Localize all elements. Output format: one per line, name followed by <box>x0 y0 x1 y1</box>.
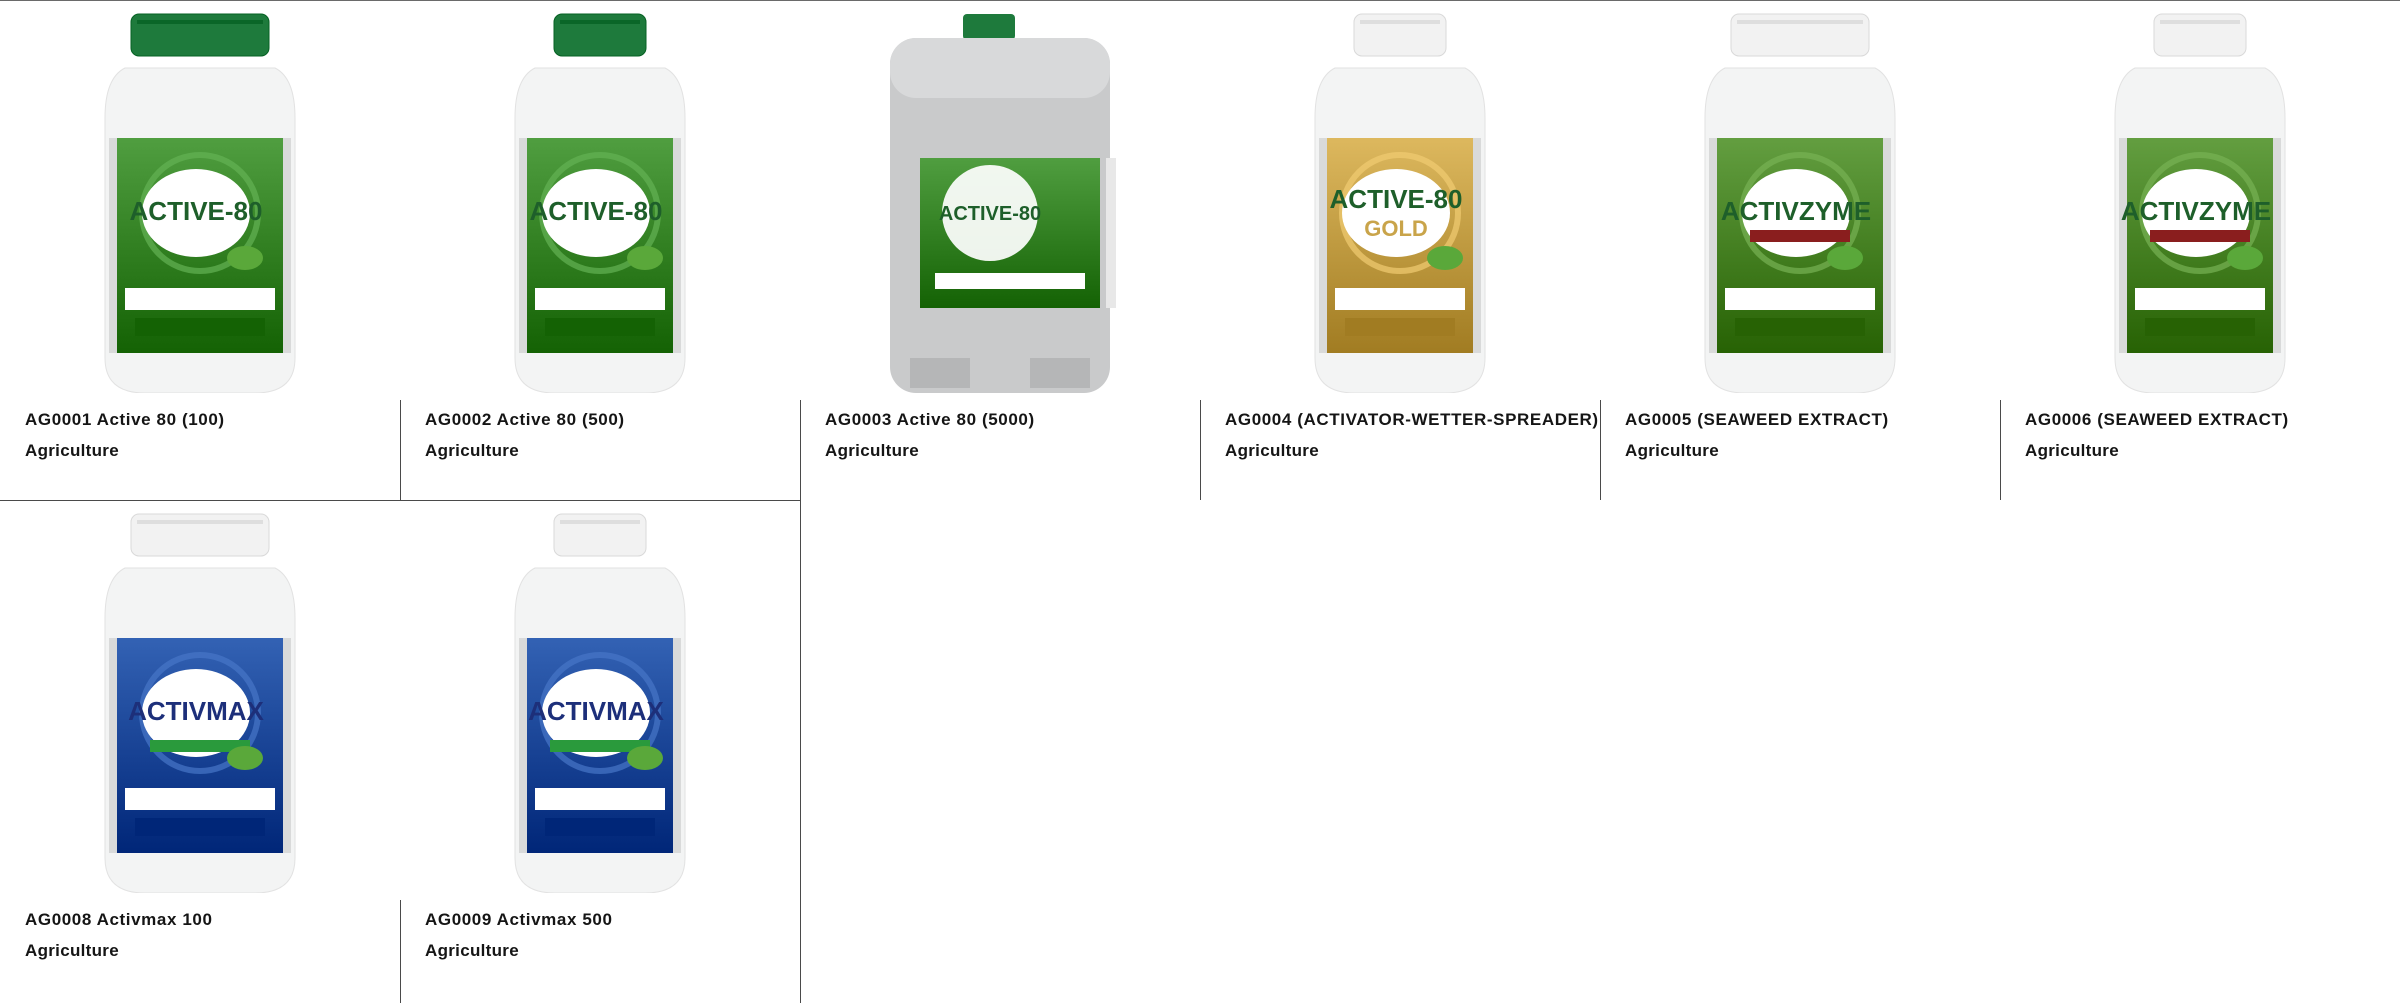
product-bottle-illustration: ACTIVE-80 <box>104 13 296 393</box>
product-card[interactable]: ACTIVMAX AG0008 Activmax 100 Agriculture <box>0 500 400 1000</box>
column-divider <box>800 400 801 1003</box>
svg-text:GOLD: GOLD <box>1364 216 1428 241</box>
product-card[interactable]: ACTIVE-80 AG0002 Active 80 (500) Agricul… <box>400 0 800 500</box>
product-bottle-illustration: ACTIVMAX <box>104 513 296 893</box>
product-image[interactable]: ACTIVE-80 <box>800 8 1200 393</box>
product-category: Agriculture <box>825 441 919 460</box>
product-image[interactable]: ACTIVE-80 <box>400 8 800 393</box>
svg-text:ACTIVZYME: ACTIVZYME <box>1721 196 1871 226</box>
product-category: Agriculture <box>1225 441 1319 460</box>
product-image[interactable]: ACTIVMAX <box>400 508 800 893</box>
product-card[interactable]: ACTIVZYME AG0005 (SEAWEED EXTRACT) Agric… <box>1600 0 2000 500</box>
product-category: Agriculture <box>25 941 119 960</box>
product-card[interactable]: ACTIVE-80 GOLD AG0004 (ACTIVATOR-WETTER-… <box>1200 0 1600 500</box>
product-code[interactable]: AG0005 (SEAWEED EXTRACT) <box>1625 410 1889 430</box>
product-code[interactable]: AG0001 Active 80 (100) <box>25 410 225 430</box>
product-bottle-illustration: ACTIVE-80 <box>890 14 1116 393</box>
row-divider <box>0 500 800 501</box>
product-grid: ACTIVE-80 AG0001 Active 80 (100) Agricul… <box>0 0 2400 1008</box>
svg-text:ACTIVE-80: ACTIVE-80 <box>530 196 663 226</box>
product-code[interactable]: AG0008 Activmax 100 <box>25 910 213 930</box>
product-bottle-illustration: ACTIVZYME <box>2114 13 2286 393</box>
product-image[interactable]: ACTIVE-80 GOLD <box>1200 8 1600 393</box>
product-category: Agriculture <box>25 441 119 460</box>
product-code[interactable]: AG0006 (SEAWEED EXTRACT) <box>2025 410 2289 430</box>
column-divider <box>1200 400 1201 500</box>
product-image[interactable]: ACTIVMAX <box>0 508 400 893</box>
product-category: Agriculture <box>425 941 519 960</box>
svg-text:ACTIVE-80: ACTIVE-80 <box>130 196 263 226</box>
product-image[interactable]: ACTIVZYME <box>2000 8 2400 393</box>
product-code[interactable]: AG0002 Active 80 (500) <box>425 410 625 430</box>
product-code[interactable]: AG0009 Activmax 500 <box>425 910 613 930</box>
product-image[interactable]: ACTIVE-80 <box>0 8 400 393</box>
product-bottle-illustration: ACTIVE-80 GOLD <box>1314 13 1486 393</box>
product-bottle-illustration: ACTIVZYME <box>1704 13 1896 393</box>
column-divider <box>400 900 401 1003</box>
product-code[interactable]: AG0003 Active 80 (5000) <box>825 410 1035 430</box>
svg-text:ACTIVMAX: ACTIVMAX <box>128 696 264 726</box>
svg-text:ACTIVMAX: ACTIVMAX <box>528 696 664 726</box>
product-bottle-illustration: ACTIVE-80 <box>514 13 686 393</box>
column-divider <box>1600 400 1601 500</box>
column-divider <box>2000 400 2001 500</box>
column-divider <box>400 400 401 500</box>
product-code[interactable]: AG0004 (ACTIVATOR-WETTER-SPREADER) <box>1225 410 1599 430</box>
svg-text:ACTIVE-80: ACTIVE-80 <box>939 203 1041 225</box>
svg-text:ACTIVZYME: ACTIVZYME <box>2121 196 2271 226</box>
product-card[interactable]: ACTIVE-80 AG0003 Active 80 (5000) Agricu… <box>800 0 1200 500</box>
product-bottle-illustration: ACTIVMAX <box>514 513 686 893</box>
product-image[interactable]: ACTIVZYME <box>1600 8 2000 393</box>
product-card[interactable]: ACTIVE-80 AG0001 Active 80 (100) Agricul… <box>0 0 400 500</box>
svg-text:ACTIVE-80: ACTIVE-80 <box>1330 184 1463 214</box>
product-category: Agriculture <box>2025 441 2119 460</box>
product-card[interactable]: ACTIVMAX AG0009 Activmax 500 Agriculture <box>400 500 800 1000</box>
product-category: Agriculture <box>1625 441 1719 460</box>
product-card[interactable]: ACTIVZYME AG0006 (SEAWEED EXTRACT) Agric… <box>2000 0 2400 500</box>
product-category: Agriculture <box>425 441 519 460</box>
